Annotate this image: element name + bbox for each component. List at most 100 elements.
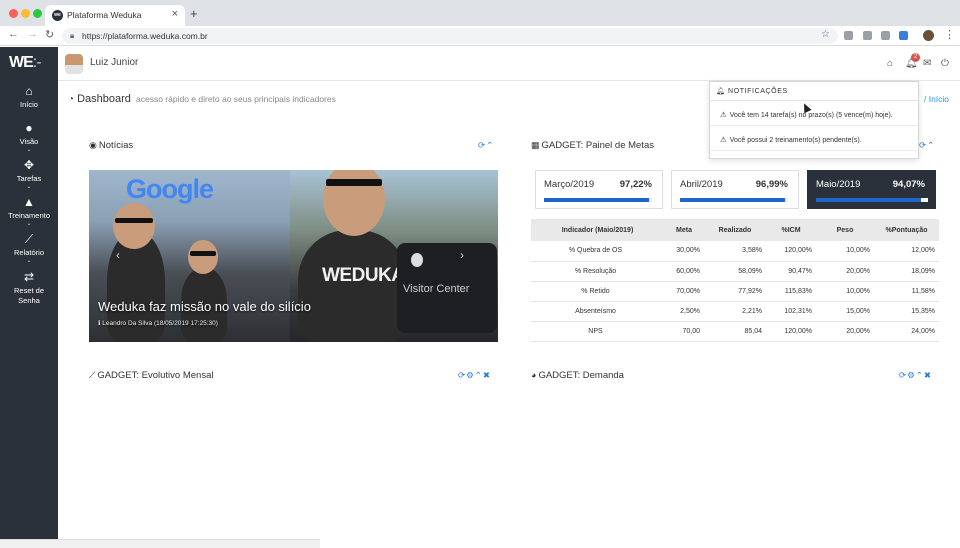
- column-header: Peso: [816, 219, 874, 241]
- meta-progress-bar: [816, 198, 928, 202]
- refresh-icon[interactable]: ⟳: [919, 140, 927, 150]
- sidebar: WE:- ⌂ Início ● Visão ⌄ ✥ Tarefas ⌄ ▲ Tr…: [0, 47, 58, 548]
- user-name[interactable]: Luiz Junior: [90, 57, 138, 68]
- notifications-header: 🔔︎ NOTIFICAÇÕES: [710, 82, 918, 101]
- sidebar-item-label: Relatório: [13, 248, 44, 257]
- meta-value: 94,07%: [892, 179, 925, 190]
- chevron-up-icon[interactable]: ⌃: [475, 370, 483, 380]
- extension-icon[interactable]: [844, 31, 853, 40]
- meta-value: 96,99%: [755, 179, 788, 190]
- news-headline[interactable]: Weduka faz missão no vale do silício: [98, 299, 311, 314]
- window-close-button[interactable]: [9, 9, 18, 18]
- home-icon[interactable]: ⌂: [887, 58, 893, 69]
- gear-icon[interactable]: ⚙: [907, 370, 916, 380]
- browser-toolbar: ← → ↻ 🔒︎ https://plataforma.weduka.com.b…: [0, 26, 960, 46]
- extension-icon[interactable]: [899, 31, 908, 40]
- reload-icon[interactable]: ↻: [45, 28, 54, 41]
- chevron-up-icon[interactable]: ⌃: [916, 370, 924, 380]
- window-zoom-button[interactable]: [33, 9, 42, 18]
- browser-menu-icon[interactable]: ⋮: [944, 28, 955, 41]
- sidebar-item-tarefas[interactable]: ✥ Tarefas ⌄: [0, 159, 58, 191]
- sidebar-item-inicio[interactable]: ⌂ Início: [0, 85, 58, 110]
- avatar[interactable]: [65, 54, 83, 74]
- forward-arrow-icon[interactable]: →: [27, 28, 38, 40]
- column-header: Meta: [664, 219, 704, 241]
- chevron-down-icon: ⌄: [26, 184, 32, 190]
- line-chart-icon: ⟋: [24, 232, 34, 246]
- sidebar-item-label: Tarefas: [16, 174, 42, 183]
- extension-icon[interactable]: [881, 31, 890, 40]
- carousel-next-icon[interactable]: ›: [460, 248, 464, 262]
- visitor-center-sign: Visitor Center: [397, 243, 497, 333]
- page-header: ◔ Dashboard acesso rápido e direto ao se…: [68, 93, 336, 105]
- bell-icon: 🔔︎: [716, 88, 726, 95]
- meta-month: Maio/2019: [816, 179, 861, 190]
- browser-tabbar: we Plataforma Weduka × +: [0, 0, 960, 26]
- back-arrow-icon[interactable]: ←: [8, 28, 19, 40]
- metas-table: Indicador (Maio/2019) Meta Realizado %IC…: [531, 219, 939, 342]
- chevron-up-icon[interactable]: ⌃: [486, 140, 494, 150]
- lock-icon: 🔒︎: [70, 31, 75, 40]
- shirt-logo-text: WEDUKA: [322, 265, 405, 286]
- browser-tab[interactable]: we Plataforma Weduka ×: [45, 5, 185, 26]
- meta-value: 97,22%: [619, 179, 652, 190]
- page-subtitle: acesso rápido e direto ao seus principai…: [136, 94, 336, 104]
- tab-title: Plataforma Weduka: [67, 10, 142, 20]
- new-tab-button[interactable]: +: [190, 6, 198, 21]
- news-meta: ℹ Leandro Da Silva (18/05/2019 17:25:30): [98, 320, 218, 327]
- meta-card[interactable]: Abril/2019 96,99%: [671, 170, 799, 209]
- refresh-icon[interactable]: ⟳: [458, 370, 466, 380]
- column-header: %ICM: [766, 219, 816, 241]
- chevron-up-icon[interactable]: ⌃: [927, 140, 935, 150]
- url-text[interactable]: https://plataforma.weduka.com.br: [82, 31, 208, 41]
- rss-icon: ◉: [89, 140, 97, 150]
- tab-close-icon[interactable]: ×: [172, 8, 178, 20]
- notifications-dropdown: 🔔︎ NOTIFICAÇÕES ⚠ Você tem 14 tarefa(s) n…: [709, 81, 919, 159]
- weduka-logo[interactable]: WE:-: [9, 54, 42, 72]
- refresh-icon[interactable]: ⟳: [899, 370, 907, 380]
- topbar: Luiz Junior ⌂ 🔔︎ 2 ✉ ⏻: [58, 47, 960, 81]
- news-panel-title: ◉ Notícias: [89, 140, 134, 151]
- window-minimize-button[interactable]: [21, 9, 30, 18]
- home-icon: ⌂: [25, 84, 33, 98]
- breadcrumb[interactable]: / Início: [924, 94, 949, 104]
- news-carousel[interactable]: Google WEDUKA Visitor Center ‹ › Weduka …: [89, 170, 498, 342]
- meta-card[interactable]: Março/2019 97,22%: [535, 170, 663, 209]
- weduka-favicon-icon: we: [52, 10, 63, 21]
- close-icon[interactable]: ✖: [483, 370, 491, 380]
- table-row: % Quebra de OS 30,00% 3,58% 120,00% 10,0…: [531, 241, 939, 262]
- table-row: % Retido 70,00% 77,92% 115,83% 10,00% 11…: [531, 281, 939, 302]
- metas-panel-title: ▦ GADGET: Painel de Metas: [531, 140, 654, 151]
- meta-month: Março/2019: [544, 179, 595, 190]
- carousel-prev-icon[interactable]: ‹: [116, 248, 120, 262]
- sidebar-item-reset-senha[interactable]: ⇄ Reset de Senha: [0, 271, 58, 306]
- gear-icon[interactable]: ⚙: [466, 370, 475, 380]
- notification-item[interactable]: ⚠ Você tem 14 tarefa(s) no prazo(s) (5 ve…: [710, 101, 918, 126]
- warning-icon: ⚠: [720, 110, 727, 119]
- sidebar-item-label: Reset de Senha: [13, 286, 45, 305]
- notification-item[interactable]: ⚠ Você possui 2 treinamento(s) pendente(s…: [710, 126, 918, 151]
- chevron-down-icon: ⌄: [26, 258, 32, 264]
- bookmark-star-icon[interactable]: ☆: [821, 29, 830, 40]
- exchange-icon: ⇄: [23, 270, 35, 284]
- page-title: Dashboard: [77, 93, 131, 105]
- close-icon[interactable]: ✖: [924, 370, 932, 380]
- envelope-icon[interactable]: ✉: [923, 58, 931, 69]
- table-header-row: Indicador (Maio/2019) Meta Realizado %IC…: [531, 219, 939, 241]
- metas-panel-actions: ⟳⌃: [919, 140, 935, 151]
- meta-progress-bar: [544, 198, 652, 202]
- sidebar-item-treinamento[interactable]: ▲ Treinamento ⌄: [0, 195, 58, 228]
- line-chart-icon: ⟋: [89, 370, 96, 380]
- sidebar-item-label: Visão: [19, 137, 39, 146]
- address-bar[interactable]: 🔒︎ https://plataforma.weduka.com.br ☆: [62, 28, 838, 44]
- profile-avatar[interactable]: [923, 30, 934, 41]
- meta-card-active[interactable]: Maio/2019 94,07%: [807, 170, 936, 209]
- evolutivo-panel-actions: ⟳⚙⌃✖: [458, 370, 491, 381]
- sidebar-item-visao[interactable]: ● Visão ⌄: [0, 122, 58, 154]
- refresh-icon[interactable]: ⟳: [478, 140, 486, 150]
- power-icon[interactable]: ⏻: [941, 58, 949, 69]
- graduation-cap-icon: ▲: [23, 195, 35, 209]
- sidebar-item-relatorio[interactable]: ⟋ Relatório ⌄: [0, 232, 58, 265]
- extension-icon[interactable]: [863, 31, 872, 40]
- evolutivo-panel-title: ⟋ GADGET: Evolutivo Mensal: [89, 370, 214, 381]
